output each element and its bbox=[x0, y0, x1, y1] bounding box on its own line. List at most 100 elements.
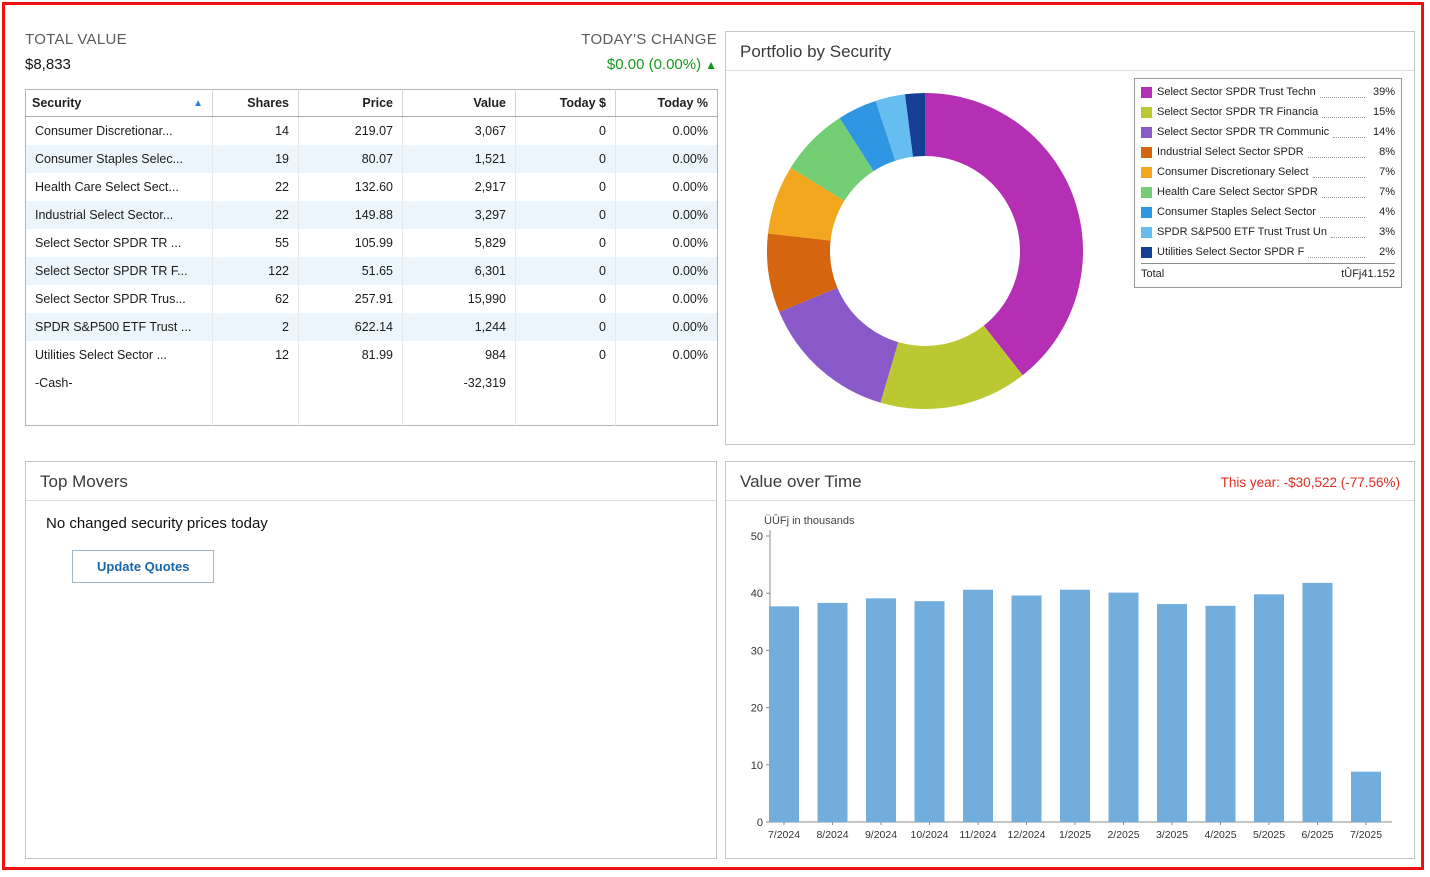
bar bbox=[963, 589, 993, 822]
empty-cell bbox=[402, 397, 516, 426]
legend-total-label: Total bbox=[1141, 268, 1165, 280]
legend-total-value: tÛFj41.152 bbox=[1341, 268, 1395, 280]
x-tick-label: 6/2025 bbox=[1301, 829, 1333, 841]
value-cell: 0 bbox=[515, 201, 616, 229]
column-header-security[interactable]: Security ▲ bbox=[25, 89, 213, 117]
legend-percent: 3% bbox=[1379, 226, 1395, 238]
column-header-value[interactable]: Value bbox=[402, 89, 516, 117]
this-year-change: This year: -$30,522 (-77.56%) bbox=[1220, 474, 1400, 490]
y-tick-label: 0 bbox=[757, 817, 763, 829]
legend-label: Select Sector SPDR Trust Techn bbox=[1157, 86, 1316, 98]
bar bbox=[866, 598, 896, 822]
security-name-cell[interactable]: Select Sector SPDR TR F... bbox=[25, 257, 213, 285]
empty-cell bbox=[515, 397, 616, 426]
table-row[interactable]: Select Sector SPDR TR F... 122 51.65 6,301 0… bbox=[25, 257, 718, 285]
value-cell: 0.00% bbox=[672, 208, 708, 222]
value-cell: 0 bbox=[515, 173, 616, 201]
y-tick-label: 30 bbox=[751, 645, 763, 657]
table-row[interactable]: Industrial Select Sector... 22 149.88 3,297… bbox=[25, 201, 718, 229]
column-header-today-dollar[interactable]: Today $ bbox=[515, 89, 616, 117]
bar bbox=[1157, 604, 1187, 822]
security-name-cell[interactable]: Select Sector SPDR Trus... bbox=[25, 285, 213, 313]
value-cell: 2 bbox=[212, 313, 299, 341]
security-name-cell: -Cash- bbox=[25, 369, 213, 397]
value-cell: 0 bbox=[515, 285, 616, 313]
bar bbox=[914, 601, 945, 822]
value-cell: 0 bbox=[515, 145, 616, 173]
security-name-cell[interactable]: SPDR S&P500 ETF Trust ... bbox=[25, 313, 213, 341]
table-row[interactable]: Health Care Select Sect... 22 132.60 2,917 0… bbox=[25, 173, 718, 201]
value-cell: 0.00% bbox=[672, 264, 708, 278]
value-cell: 3,297 bbox=[402, 201, 516, 229]
table-row[interactable]: Consumer Discretionar... 14 219.07 3,067 0 0.… bbox=[25, 116, 718, 145]
top-movers-title: Top Movers bbox=[40, 472, 128, 491]
value-cell: 0.00% bbox=[672, 180, 708, 194]
value-cell bbox=[298, 369, 403, 397]
bar bbox=[1302, 582, 1333, 822]
x-tick-label: 7/2025 bbox=[1350, 829, 1382, 841]
x-tick-label: 7/2024 bbox=[768, 829, 800, 841]
x-tick-label: 3/2025 bbox=[1156, 829, 1188, 841]
x-tick-label: 5/2025 bbox=[1253, 829, 1285, 841]
x-tick-label: 11/2024 bbox=[959, 829, 996, 841]
legend-swatch bbox=[1141, 186, 1152, 198]
x-tick-label: 10/2024 bbox=[911, 829, 949, 841]
value-cell: 14 bbox=[212, 116, 299, 145]
dashboard: TOTAL VALUE $8,833 TODAY'S CHANGE $0.00 … bbox=[2, 2, 1424, 870]
column-header-today-percent[interactable]: Today % bbox=[615, 89, 718, 117]
bar bbox=[1205, 605, 1236, 822]
table-row[interactable]: -Cash- -32,319 bbox=[25, 369, 718, 397]
x-tick-label: 8/2024 bbox=[816, 829, 848, 841]
security-name-cell[interactable]: Select Sector SPDR TR ... bbox=[25, 229, 213, 257]
empty-cell bbox=[25, 397, 213, 426]
bar bbox=[1060, 589, 1090, 822]
legend-leader bbox=[1319, 87, 1365, 98]
legend-label: SPDR S&P500 ETF Trust Trust Un bbox=[1157, 226, 1327, 238]
value-cell: 81.99 bbox=[298, 341, 403, 369]
value-cell: 5,829 bbox=[402, 229, 516, 257]
value-cell: 0 bbox=[515, 257, 616, 285]
empty-cell bbox=[298, 397, 403, 426]
top-movers-panel: Top Movers No changed security prices to… bbox=[25, 461, 717, 859]
value-cell: 219.07 bbox=[298, 116, 403, 145]
legend-swatch bbox=[1141, 206, 1152, 218]
legend-percent: 14% bbox=[1372, 126, 1395, 138]
security-name-cell[interactable]: Consumer Staples Selec... bbox=[25, 145, 213, 173]
donut-slice bbox=[779, 287, 899, 403]
table-row[interactable]: Select Sector SPDR Trus... 62 257.91 15,990… bbox=[25, 285, 718, 313]
value-cell: 132.60 bbox=[298, 173, 403, 201]
legend-item: Health Care Select Sector SPDR 7% bbox=[1141, 182, 1395, 202]
table-row[interactable]: Utilities Select Sector ... 12 81.99 984 0 0.… bbox=[25, 341, 718, 369]
holdings-table: Security ▲ Shares Price Value Today $ Tod… bbox=[25, 89, 718, 426]
table-row[interactable]: Consumer Staples Selec... 19 80.07 1,521 0 0.… bbox=[25, 145, 718, 173]
value-cell: 2,917 bbox=[402, 173, 516, 201]
column-header-price[interactable]: Price bbox=[298, 89, 403, 117]
security-name-cell[interactable]: Utilities Select Sector ... bbox=[25, 341, 213, 369]
value-cell: 6,301 bbox=[402, 257, 516, 285]
value-cell: 1,244 bbox=[402, 313, 516, 341]
bar bbox=[1254, 594, 1284, 822]
portfolio-panel-header: Portfolio by Security bbox=[726, 32, 1414, 71]
holdings-header-row: Security ▲ Shares Price Value Today $ Tod… bbox=[25, 89, 718, 117]
value-cell: 122 bbox=[212, 257, 299, 285]
no-changes-message: No changed security prices today bbox=[46, 515, 268, 532]
value-cell: 149.88 bbox=[298, 201, 403, 229]
table-row[interactable]: Select Sector SPDR TR ... 55 105.99 5,829 0 0… bbox=[25, 229, 718, 257]
legend-percent: 15% bbox=[1372, 106, 1395, 118]
value-cell: 257.91 bbox=[298, 285, 403, 313]
security-name-cell[interactable]: Consumer Discretionar... bbox=[25, 116, 213, 145]
table-row[interactable]: SPDR S&P500 ETF Trust ... 2 622.14 1,244 0 0.… bbox=[25, 313, 718, 341]
security-name-cell[interactable]: Health Care Select Sect... bbox=[25, 173, 213, 201]
update-quotes-button[interactable]: Update Quotes bbox=[72, 550, 215, 583]
value-cell: 0 bbox=[515, 313, 616, 341]
change-up-icon: ▲ bbox=[705, 58, 717, 72]
column-header-shares[interactable]: Shares bbox=[212, 89, 299, 117]
todays-change-block: TODAY'S CHANGE $0.00 (0.00%) ▲ bbox=[581, 31, 717, 73]
legend-item: SPDR S&P500 ETF Trust Trust Un 3% bbox=[1141, 222, 1395, 242]
value-cell: 55 bbox=[212, 229, 299, 257]
y-tick-label: 50 bbox=[751, 531, 763, 543]
security-name-cell[interactable]: Industrial Select Sector... bbox=[25, 201, 213, 229]
empty-row bbox=[25, 397, 718, 426]
x-tick-label: 1/2025 bbox=[1059, 829, 1091, 841]
bar bbox=[769, 606, 799, 822]
